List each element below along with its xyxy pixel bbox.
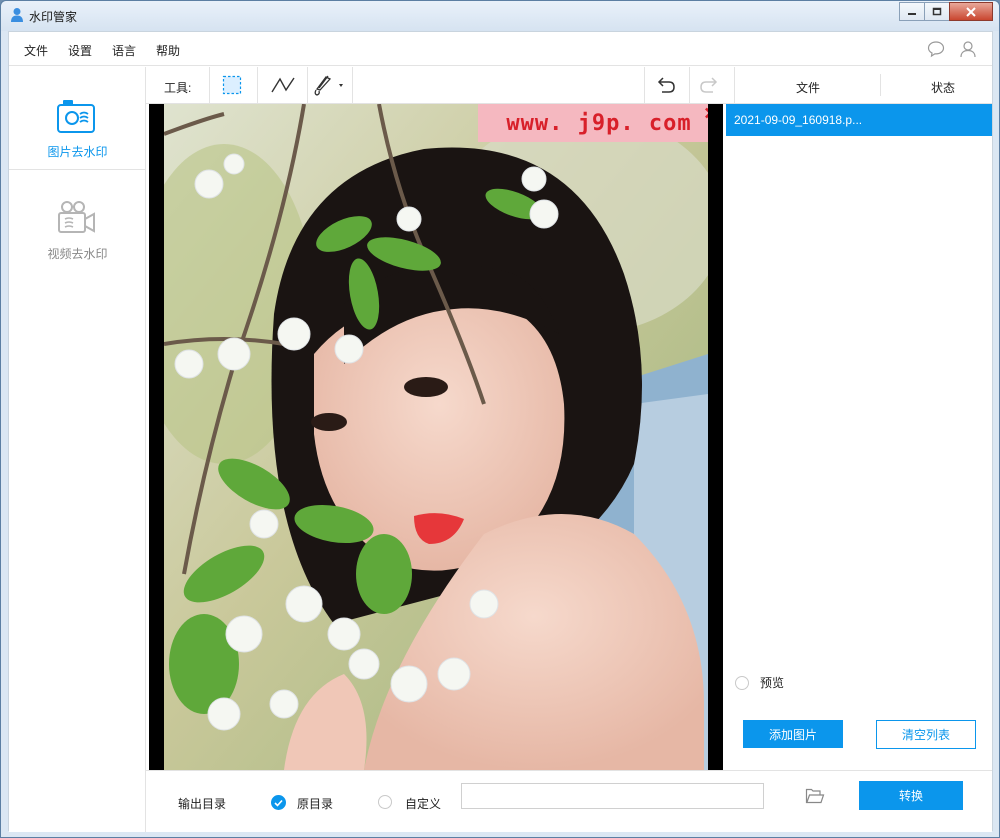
image-canvas[interactable]: www. j9p. com ×: [149, 104, 723, 770]
menu-settings[interactable]: 设置: [68, 42, 92, 59]
toolbar-divider: [257, 67, 258, 103]
close-icon: [966, 6, 976, 17]
rectangle-select-icon: [222, 75, 242, 95]
minimize-button[interactable]: [899, 2, 925, 21]
add-image-label: 添加图片: [768, 727, 817, 742]
undo-button[interactable]: [651, 72, 679, 98]
toolbar-divider: [734, 67, 735, 103]
menu-file[interactable]: 文件: [24, 42, 48, 59]
convert-button[interactable]: 转换: [859, 781, 963, 810]
rectangle-select-tool[interactable]: [218, 72, 246, 98]
menu-language[interactable]: 语言: [112, 42, 136, 59]
convert-label: 转换: [898, 789, 923, 803]
menu-help[interactable]: 帮助: [156, 42, 180, 59]
custom-dir-label[interactable]: 自定义: [405, 795, 441, 812]
close-button[interactable]: [949, 2, 993, 21]
folder-icon[interactable]: [805, 787, 825, 805]
file-list-item[interactable]: 2021-09-09_160918.p...: [726, 104, 992, 136]
status-column-header[interactable]: 状态: [931, 79, 955, 96]
sidebar-item-label: 图片去水印: [47, 145, 108, 159]
preview-label: 预览: [760, 676, 785, 690]
user-icon[interactable]: [959, 40, 977, 58]
custom-dir-radio[interactable]: [378, 795, 392, 809]
minimize-icon: [908, 12, 916, 15]
sidebar: 图片去水印 视频去水印: [9, 67, 146, 832]
file-list-panel: 2021-09-09_160918.p... 预览 添加图片 清空列表: [726, 104, 992, 770]
output-path-input[interactable]: [461, 783, 764, 809]
photo-preview[interactable]: www. j9p. com ×: [164, 104, 708, 770]
brush-tool[interactable]: [311, 72, 347, 98]
title-bar[interactable]: 水印管家: [1, 1, 999, 31]
clear-list-label: 清空列表: [901, 728, 950, 742]
toolbar-divider: [689, 67, 690, 103]
file-name: 2021-09-09_160918.p...: [734, 113, 863, 127]
add-image-button[interactable]: 添加图片: [743, 720, 843, 748]
polyline-tool[interactable]: [269, 72, 297, 98]
clear-list-button[interactable]: 清空列表: [876, 720, 976, 749]
photo-image: [164, 104, 708, 770]
file-column-header[interactable]: 文件: [796, 79, 820, 96]
watermark-text: www. j9p. com: [506, 110, 692, 136]
polyline-icon: [271, 77, 295, 93]
original-dir-radio[interactable]: [271, 795, 286, 810]
original-dir-label[interactable]: 原目录: [297, 795, 333, 812]
toolbar-divider: [209, 67, 210, 103]
close-icon[interactable]: ×: [704, 104, 708, 126]
undo-icon: [657, 77, 675, 93]
video-camera-icon: [58, 201, 95, 233]
restore-button[interactable]: [924, 2, 950, 21]
sidebar-item-label: 视频去水印: [47, 247, 108, 261]
sidebar-item-video-watermark[interactable]: 视频去水印: [9, 170, 146, 273]
tools-label: 工具:: [164, 81, 192, 95]
redo-icon: [700, 77, 718, 93]
output-dir-label: 输出目录: [178, 797, 227, 811]
image-remove-watermark-icon: [57, 100, 95, 133]
app-logo-icon: [11, 8, 23, 22]
toolbar-divider: [307, 67, 308, 103]
output-bar: 输出目录 原目录 自定义 转换: [146, 770, 992, 832]
app-window: 水印管家 文件 设置 语言 帮助 图片去水印 视频去水印 工具: 文件 状态 w…: [0, 0, 1000, 838]
toolbar-divider: [352, 67, 353, 103]
window-title: 水印管家: [29, 10, 78, 24]
restore-icon: [932, 7, 942, 16]
toolbar-divider: [644, 67, 645, 103]
redo-button[interactable]: [696, 72, 724, 98]
checkmark-icon: [274, 799, 283, 807]
preview-radio[interactable]: [735, 676, 749, 690]
watermark-region[interactable]: www. j9p. com ×: [478, 104, 708, 142]
header-divider: [880, 74, 881, 96]
chat-bubble-icon[interactable]: [927, 40, 945, 58]
toolbar: 工具: 文件 状态: [146, 67, 992, 104]
menu-bar: 文件 设置 语言 帮助: [9, 32, 992, 66]
client-area: 文件 设置 语言 帮助 图片去水印 视频去水印 工具: 文件 状态 www. j…: [8, 31, 993, 832]
sidebar-item-image-watermark[interactable]: 图片去水印: [9, 67, 146, 170]
brush-icon: [314, 75, 343, 96]
